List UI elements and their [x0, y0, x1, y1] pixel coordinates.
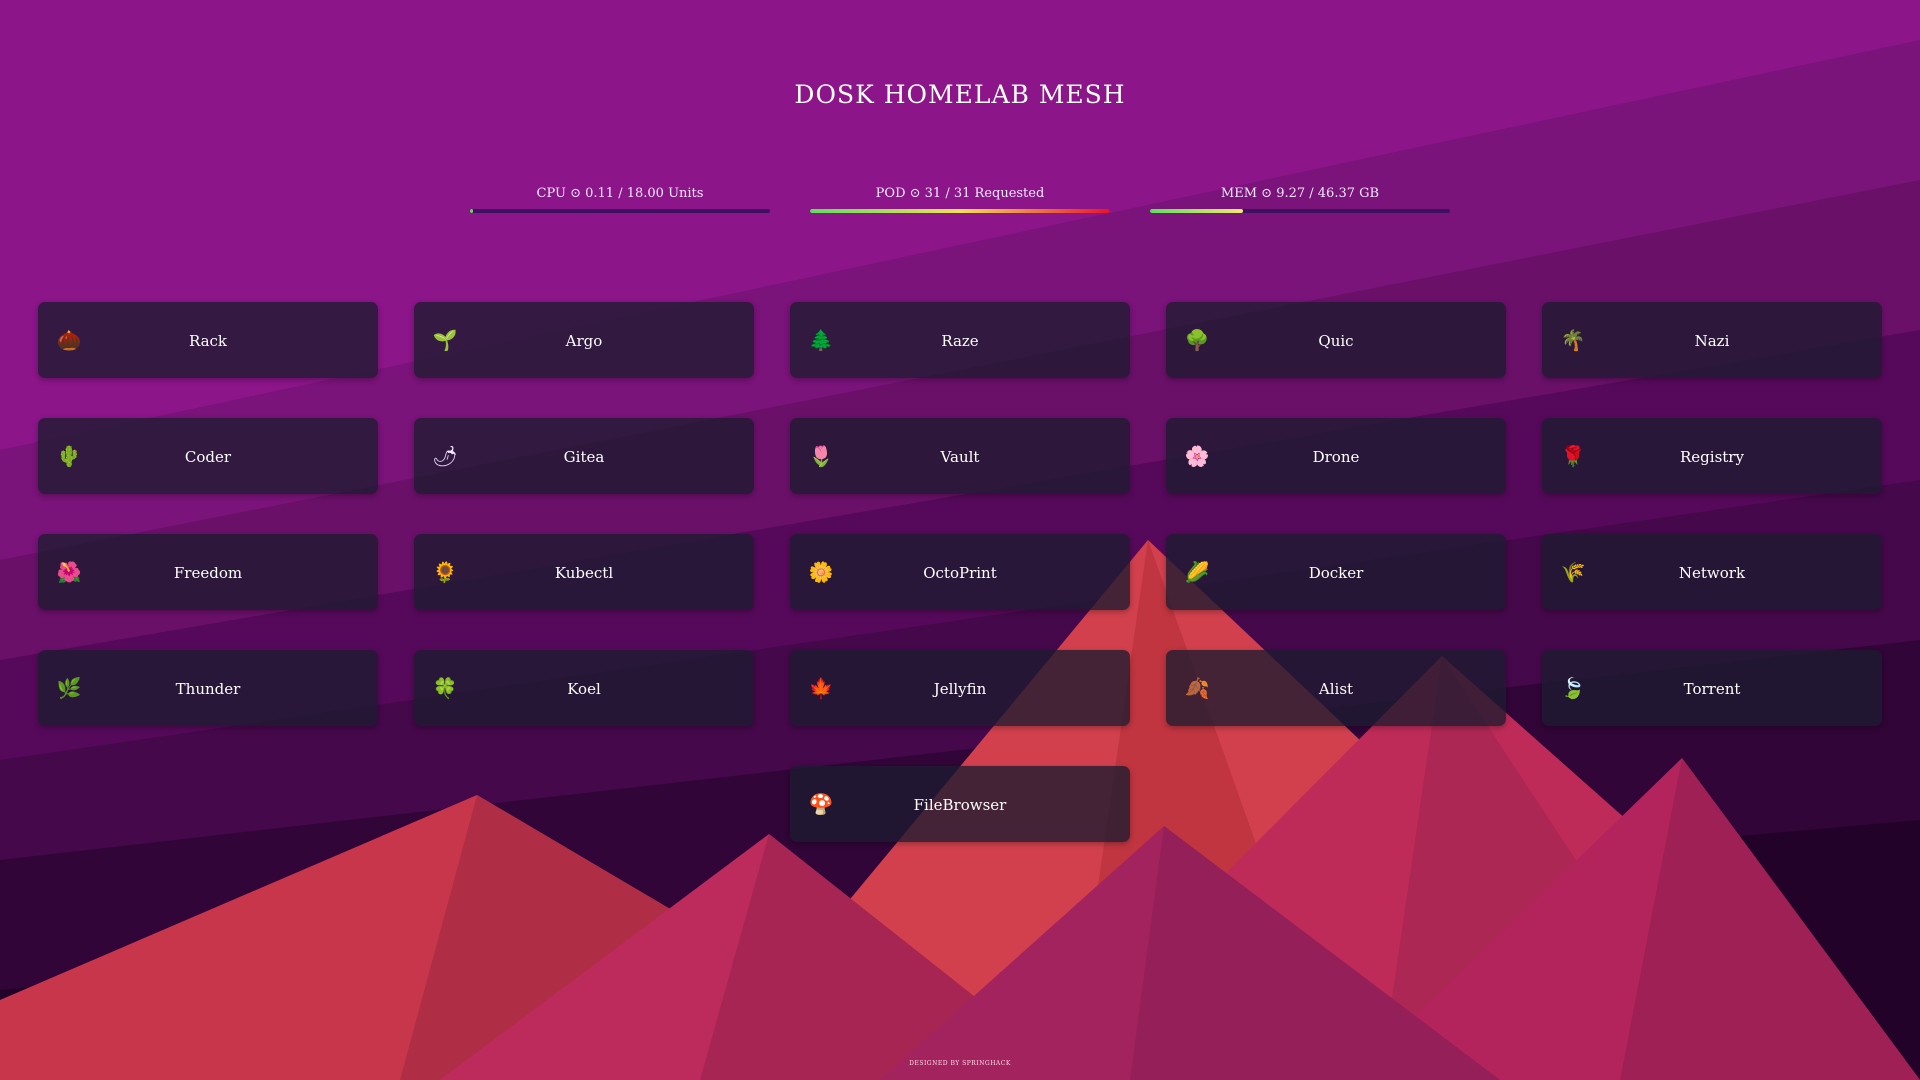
designer-credit: DESIGNED BY SPRINGHACK: [909, 1060, 1011, 1067]
service-tile-network[interactable]: 🌾 Network: [1542, 534, 1882, 610]
service-tile-rack[interactable]: 🌰 Rack: [38, 302, 378, 378]
service-tile-jellyfin[interactable]: 🍁 Jellyfin: [790, 650, 1130, 726]
service-tile-argo[interactable]: 🌱 Argo: [414, 302, 754, 378]
service-label: Kubectl: [554, 564, 614, 582]
pod-progress-fill: [810, 209, 1110, 213]
service-label: FileBrowser: [913, 796, 1007, 814]
service-label: OctoPrint: [923, 564, 997, 582]
service-tile-vault[interactable]: 🌷 Vault: [790, 418, 1130, 494]
service-label: Rack: [188, 332, 228, 350]
service-tile-torrent[interactable]: 🍃 Torrent: [1542, 650, 1882, 726]
service-tile-kubectl[interactable]: 🌻 Kubectl: [414, 534, 754, 610]
mem-stat-label: MEM ⊙ 9.27 / 46.37 GB: [1220, 186, 1380, 201]
service-label: Gitea: [563, 448, 605, 466]
service-tile-gitea[interactable]: 🌶 Gitea: [414, 418, 754, 494]
service-label: Quic: [1318, 332, 1354, 350]
page-title: DOSK HOMELAB MESH: [794, 80, 1126, 109]
resource-stats: CPU ⊙ 0.11 / 18.00 Units POD ⊙ 31 / 31 R…: [0, 186, 1920, 226]
service-tile-nazi[interactable]: 🌴 Nazi: [1542, 302, 1882, 378]
service-tile-octoprint[interactable]: 🌼 OctoPrint: [790, 534, 1130, 610]
service-label: Thunder: [175, 680, 241, 698]
service-tile-filebrowser[interactable]: 🍄 FileBrowser: [790, 766, 1130, 842]
service-tile-quic[interactable]: 🌳 Quic: [1166, 302, 1506, 378]
mem-progress-fill: [1150, 209, 1243, 213]
service-label: Freedom: [173, 564, 243, 582]
service-label: Network: [1678, 564, 1746, 582]
service-label: Nazi: [1694, 332, 1730, 350]
service-tile-coder[interactable]: 🌵 Coder: [38, 418, 378, 494]
service-tile-alist[interactable]: 🍂 Alist: [1166, 650, 1506, 726]
service-label: Koel: [567, 680, 601, 698]
service-tile-freedom[interactable]: 🌺 Freedom: [38, 534, 378, 610]
pod-stat: POD ⊙ 31 / 31 Requested: [810, 186, 1110, 213]
service-label: Drone: [1312, 448, 1360, 466]
service-label: Argo: [565, 332, 603, 350]
cpu-progress-bar: [470, 209, 770, 213]
service-tile-raze[interactable]: 🌲 Raze: [790, 302, 1130, 378]
pod-stat-label: POD ⊙ 31 / 31 Requested: [875, 186, 1045, 201]
cpu-progress-fill: [470, 209, 473, 213]
service-label: Registry: [1680, 448, 1744, 466]
service-tile-registry[interactable]: 🌹 Registry: [1542, 418, 1882, 494]
pod-progress-bar: [810, 209, 1110, 213]
service-label: Jellyfin: [933, 680, 987, 698]
service-label: Alist: [1318, 680, 1354, 698]
service-tile-docker[interactable]: 🌽 Docker: [1166, 534, 1506, 610]
mem-progress-bar: [1150, 209, 1450, 213]
service-label: Torrent: [1683, 680, 1741, 698]
service-tile-drone[interactable]: 🌸 Drone: [1166, 418, 1506, 494]
service-label: Raze: [941, 332, 979, 350]
service-tile-thunder[interactable]: 🌿 Thunder: [38, 650, 378, 726]
cpu-stat: CPU ⊙ 0.11 / 18.00 Units: [470, 186, 770, 213]
service-label: Coder: [184, 448, 232, 466]
mem-stat: MEM ⊙ 9.27 / 46.37 GB: [1150, 186, 1450, 213]
service-label: Vault: [940, 448, 980, 466]
cpu-stat-label: CPU ⊙ 0.11 / 18.00 Units: [536, 186, 704, 201]
service-tile-koel[interactable]: 🍀 Koel: [414, 650, 754, 726]
service-label: Docker: [1308, 564, 1364, 582]
